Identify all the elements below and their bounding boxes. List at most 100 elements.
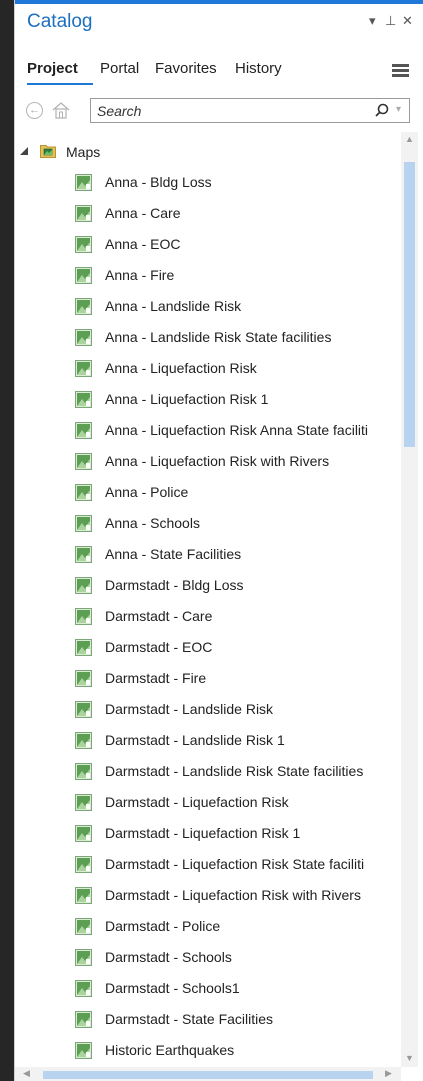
expand-triangle-icon[interactable]	[20, 147, 28, 155]
search-options-chevron-icon[interactable]: ▾	[396, 104, 401, 115]
scroll-down-arrow-icon[interactable]: ▼	[405, 1053, 414, 1063]
map-item-label: Anna - Police	[105, 484, 189, 500]
map-list-item[interactable]: Darmstadt - Fire	[15, 664, 401, 694]
map-item-label: Anna - Landslide Risk State facilities	[105, 329, 332, 345]
map-list-item[interactable]: Anna - Landslide Risk State facilities	[15, 323, 401, 353]
horizontal-scrollbar[interactable]: ◀ ▶	[15, 1067, 401, 1081]
map-icon	[75, 732, 92, 749]
auto-hide-pin-icon[interactable]: ⊥	[385, 13, 396, 29]
tab-project[interactable]: Project	[27, 60, 78, 77]
tree-node-maps[interactable]: Maps	[15, 140, 401, 166]
map-icon	[75, 236, 92, 253]
map-list-item[interactable]: Anna - Fire	[15, 261, 401, 291]
map-list-item[interactable]: Anna - Landslide Risk	[15, 292, 401, 322]
map-item-label: Darmstadt - Liquefaction Risk State faci…	[105, 856, 365, 872]
map-list-item[interactable]: Darmstadt - Schools1	[15, 974, 401, 1004]
map-item-label: Darmstadt - Police	[105, 918, 221, 934]
map-list-item[interactable]: Darmstadt - Police	[15, 912, 401, 942]
map-list-item[interactable]: Anna - Care	[15, 199, 401, 229]
map-item-label: Darmstadt - Liquefaction Risk	[105, 794, 289, 810]
map-item-label: Darmstadt - Liquefaction Risk with River…	[105, 887, 361, 903]
vertical-scroll-thumb[interactable]	[404, 162, 415, 447]
scroll-up-arrow-icon[interactable]: ▲	[405, 134, 414, 144]
map-icon	[75, 422, 92, 439]
map-item-label: Anna - Liquefaction Risk	[105, 360, 257, 376]
folder-icon	[40, 145, 56, 158]
catalog-tree: Maps Anna - Bldg Loss Anna - Care Anna - E…	[15, 132, 401, 1067]
map-icon	[75, 298, 92, 315]
map-item-label: Darmstadt - State Facilities	[105, 1011, 274, 1027]
map-item-label: Darmstadt - Fire	[105, 670, 207, 686]
map-list-item[interactable]: Historic Earthquakes	[15, 1036, 401, 1066]
map-item-label: Anna - Fire	[105, 267, 175, 283]
map-item-label: Darmstadt - Liquefaction Risk 1	[105, 825, 301, 841]
map-icon	[75, 918, 92, 935]
map-icon	[75, 174, 92, 191]
map-list-item[interactable]: Anna - Liquefaction Risk with Rivers	[15, 447, 401, 477]
map-icon	[75, 1011, 92, 1028]
map-item-label: Anna - Landslide Risk	[105, 298, 242, 314]
map-item-label: Darmstadt - Care	[105, 608, 213, 624]
catalog-pane: Catalog ▾ ⊥ ✕ Project Portal Favorites H…	[14, 0, 423, 1081]
map-icon	[75, 608, 92, 625]
scroll-left-arrow-icon[interactable]: ◀	[23, 1068, 30, 1079]
tab-history[interactable]: History	[235, 60, 282, 77]
map-list-item[interactable]: Anna - Liquefaction Risk 1	[15, 385, 401, 415]
map-list-item[interactable]: Anna - Liquefaction Risk Anna State faci…	[15, 416, 401, 446]
map-list-item[interactable]: Anna - EOC	[15, 230, 401, 260]
map-list-item[interactable]: Anna - Liquefaction Risk	[15, 354, 401, 384]
map-icon	[75, 763, 92, 780]
map-icon	[75, 887, 92, 904]
vertical-scrollbar[interactable]: ▲ ▼	[401, 132, 418, 1067]
map-list-item[interactable]: Darmstadt - Liquefaction Risk with River…	[15, 881, 401, 911]
map-list-item[interactable]: Darmstadt - Landslide Risk 1	[15, 726, 401, 756]
map-list-item[interactable]: Darmstadt - State Facilities	[15, 1005, 401, 1035]
map-item-label: Darmstadt - EOC	[105, 639, 213, 655]
map-list-item[interactable]: Darmstadt - Landslide Risk State facilit…	[15, 757, 401, 787]
map-list-item[interactable]: Darmstadt - Bldg Loss	[15, 571, 401, 601]
map-item-label: Anna - Liquefaction Risk with Rivers	[105, 453, 330, 469]
search-box: ▾	[90, 98, 410, 123]
map-item-label: Darmstadt - Landslide Risk State facilit…	[105, 763, 364, 779]
back-arrow-icon[interactable]: ←	[26, 102, 43, 119]
map-icon	[75, 329, 92, 346]
pane-accent-line	[15, 0, 423, 4]
close-icon[interactable]: ✕	[402, 13, 413, 29]
map-list-item[interactable]: Anna - Schools	[15, 509, 401, 539]
scroll-right-arrow-icon[interactable]: ▶	[385, 1068, 392, 1079]
search-input[interactable]	[97, 101, 357, 120]
map-icon	[75, 639, 92, 656]
map-icon	[75, 546, 92, 563]
pane-title: Catalog	[27, 11, 93, 32]
map-list-item[interactable]: Anna - Police	[15, 478, 401, 508]
hamburger-menu-icon[interactable]	[392, 64, 409, 78]
map-list-item[interactable]: Darmstadt - Liquefaction Risk	[15, 788, 401, 818]
map-item-label: Anna - Schools	[105, 515, 200, 531]
map-list-item[interactable]: Darmstadt - Care	[15, 602, 401, 632]
map-item-label: Anna - Care	[105, 205, 181, 221]
map-list-item[interactable]: Darmstadt - Liquefaction Risk State faci…	[15, 850, 401, 880]
map-item-label: Anna - Liquefaction Risk Anna State faci…	[105, 422, 369, 438]
search-icon[interactable]	[373, 102, 391, 120]
map-list-item[interactable]: Darmstadt - Schools	[15, 943, 401, 973]
map-list-item[interactable]: Anna - Bldg Loss	[15, 168, 401, 198]
map-icon	[75, 701, 92, 718]
map-list-item[interactable]: Darmstadt - Landslide Risk	[15, 695, 401, 725]
map-item-label: Darmstadt - Bldg Loss	[105, 577, 244, 593]
map-item-label: Historic Earthquakes	[105, 1042, 235, 1058]
home-icon[interactable]	[51, 100, 71, 120]
active-tab-underline	[27, 83, 93, 85]
map-list-item[interactable]: Darmstadt - EOC	[15, 633, 401, 663]
pane-options-dropdown-icon[interactable]: ▾	[369, 13, 376, 29]
tab-portal[interactable]: Portal	[100, 60, 139, 77]
map-list-item[interactable]: Anna - State Facilities	[15, 540, 401, 570]
tab-favorites[interactable]: Favorites	[155, 60, 217, 77]
map-list-item[interactable]: Darmstadt - Liquefaction Risk 1	[15, 819, 401, 849]
map-icon	[75, 825, 92, 842]
map-icon	[75, 980, 92, 997]
map-icon	[75, 515, 92, 532]
app-left-bar	[0, 0, 14, 1081]
map-item-label: Anna - Bldg Loss	[105, 174, 212, 190]
horizontal-scroll-thumb[interactable]	[43, 1071, 373, 1079]
tree-node-label: Maps	[66, 144, 101, 160]
